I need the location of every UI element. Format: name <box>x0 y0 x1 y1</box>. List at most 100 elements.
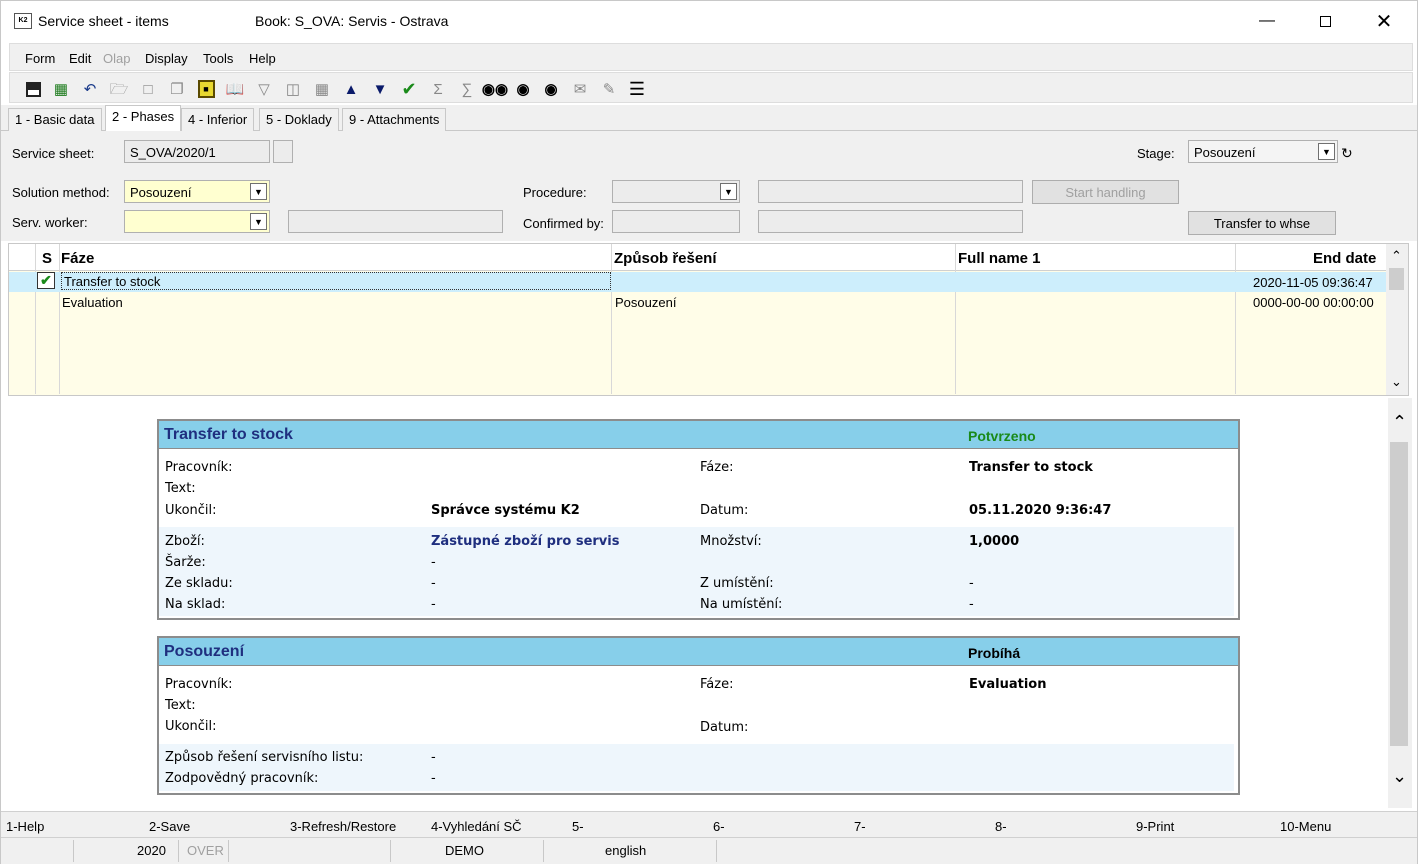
maximize-button[interactable] <box>1296 1 1354 41</box>
sarze-value: - <box>431 555 436 570</box>
fkey-print[interactable]: 9-Print <box>1136 819 1174 834</box>
checked-icon: ✔ <box>37 272 55 289</box>
fkey-save[interactable]: 2-Save <box>149 819 190 834</box>
col-header-faze[interactable]: Fáze <box>61 250 94 267</box>
menu-form[interactable]: Form <box>25 51 55 66</box>
fkey-7[interactable]: 7- <box>854 819 866 834</box>
close-button[interactable]: ✕ <box>1355 1 1413 41</box>
text-label: Text: <box>165 698 196 713</box>
service-sheet-field[interactable]: S_OVA/2020/1 <box>124 140 270 163</box>
stack-icon[interactable]: ▦ <box>312 79 332 99</box>
hamburger-icon[interactable]: ☰ <box>627 79 647 99</box>
binoculars-icon[interactable]: ◉◉ <box>482 79 508 99</box>
fkey-search[interactable]: 4-Vyhledání SČ <box>431 819 522 834</box>
check-icon[interactable]: ✔ <box>399 79 419 99</box>
detail-scrollbar[interactable]: ⌃ ⌄ <box>1388 398 1412 808</box>
sum-icon[interactable]: ∑ <box>457 79 477 99</box>
stage-select[interactable]: Posouzení ▼ <box>1188 140 1338 163</box>
col-separator <box>1235 244 1236 394</box>
menu-help[interactable]: Help <box>249 51 276 66</box>
tab-basic-data[interactable]: 1 - Basic data <box>8 108 102 131</box>
tab-inferior[interactable]: 4 - Inferior <box>181 108 255 131</box>
faze-value: Transfer to stock <box>969 460 1093 475</box>
card-header: Posouzení Probíhá <box>159 638 1238 666</box>
phase-card-posouzeni: Posouzení Probíhá Pracovník: Fáze: Evalu… <box>157 636 1240 795</box>
service-sheet-extra-field[interactable] <box>273 140 293 163</box>
minimize-button[interactable]: — <box>1238 1 1296 41</box>
history-icon[interactable]: ↻ <box>1341 145 1353 162</box>
save-icon[interactable] <box>23 79 43 99</box>
filter-doc-icon[interactable]: ◫ <box>283 79 303 99</box>
fkey-help[interactable]: 1-Help <box>6 819 44 834</box>
status-lang: english <box>605 843 647 858</box>
scroll-down-icon[interactable]: ⌄ <box>1392 766 1407 787</box>
fkey-6[interactable]: 6- <box>713 819 725 834</box>
undo-icon[interactable]: ↶ <box>80 79 100 99</box>
scroll-up-icon[interactable]: ⌃ <box>1391 248 1402 264</box>
save-close-icon[interactable]: ▦ <box>51 79 71 99</box>
book-icon[interactable]: 📖 <box>225 79 245 99</box>
fkey-refresh[interactable]: 3-Refresh/Restore <box>290 819 396 834</box>
solution-method-value: Posouzení <box>130 185 192 200</box>
chevron-down-icon: ▼ <box>720 183 737 200</box>
tab-bar: 1 - Basic data 2 - Phases 4 - Inferior 5… <box>1 105 1417 132</box>
serv-worker-name-field <box>288 210 503 233</box>
sarze-label: Šarže: <box>165 555 206 570</box>
start-handling-button[interactable]: Start handling <box>1032 180 1179 204</box>
zbozi-value[interactable]: Zástupné zboží pro servis <box>431 534 619 549</box>
arrow-up-icon[interactable]: ▲ <box>341 79 361 99</box>
table-row[interactable]: ✔ Transfer to stock 2020-11-05 09:36:47 <box>9 272 1386 292</box>
tab-doklady[interactable]: 5 - Doklady <box>259 108 339 131</box>
open-folder-icon[interactable]: 🗁 <box>109 79 129 99</box>
envelope-icon[interactable]: ✉ <box>570 79 590 99</box>
detail-pane: Transfer to stock Potvrzeno Pracovník: F… <box>8 398 1388 808</box>
tab-phases[interactable]: 2 - Phases <box>105 105 182 132</box>
menu-display[interactable]: Display <box>145 51 188 66</box>
fkey-5[interactable]: 5- <box>572 819 584 834</box>
fkey-8[interactable]: 8- <box>995 819 1007 834</box>
tab-attachments[interactable]: 9 - Attachments <box>342 108 447 131</box>
zpusob-value: - <box>431 750 436 765</box>
col-header-zpusob[interactable]: Způsob řešení <box>614 250 717 267</box>
status-separator <box>178 840 179 862</box>
arrow-down-icon[interactable]: ▼ <box>370 79 390 99</box>
solution-method-select[interactable]: Posouzení ▼ <box>124 180 270 203</box>
grid-header: S Fáze Způsob řešení Full name 1 End dat… <box>9 244 1386 271</box>
copy-icon[interactable]: ❐ <box>167 79 187 99</box>
binoculars-up-icon[interactable]: ◉ <box>513 79 533 99</box>
grid-scrollbar[interactable]: ⌃ ⌄ <box>1386 244 1408 395</box>
status-bar: 2020 OVER DEMO english <box>1 837 1417 864</box>
edit-icon[interactable]: ✎ <box>599 79 619 99</box>
col-header-full-name[interactable]: Full name 1 <box>958 250 1041 267</box>
col-header-end-date[interactable]: End date <box>1313 250 1376 267</box>
scroll-up-icon[interactable]: ⌃ <box>1392 412 1407 433</box>
binoculars-down-icon[interactable]: ◉ <box>541 79 561 99</box>
new-document-icon[interactable]: □ <box>138 79 158 99</box>
menu-edit[interactable]: Edit <box>69 51 91 66</box>
serv-worker-select[interactable]: ▼ <box>124 210 270 233</box>
cell-end-date: 2020-11-05 09:36:47 <box>1253 275 1373 290</box>
scroll-thumb[interactable] <box>1390 442 1408 746</box>
procedure-select[interactable]: ▼ <box>612 180 740 203</box>
menu-bar: Form Edit Olap Display Tools Help <box>9 43 1413 71</box>
confirmed-by-field[interactable] <box>612 210 740 233</box>
table-row[interactable]: Evaluation Posouzení 0000-00-00 00:00:00 <box>9 292 1386 312</box>
sigma-icon[interactable]: Σ <box>428 79 448 99</box>
ukoncil-label: Ukončil: <box>165 719 217 734</box>
status-separator <box>73 840 74 862</box>
ze-skladu-value: - <box>431 576 436 591</box>
zbozi-label: Zboží: <box>165 534 205 549</box>
faze-value: Evaluation <box>969 677 1047 692</box>
scroll-thumb[interactable] <box>1389 268 1404 290</box>
transfer-to-whse-button[interactable]: Transfer to whse <box>1188 211 1336 235</box>
scroll-down-icon[interactable]: ⌄ <box>1391 374 1402 390</box>
confirmed-by-name-field <box>758 210 1023 233</box>
filter-icon[interactable]: ▽ <box>254 79 274 99</box>
phases-grid: S Fáze Způsob řešení Full name 1 End dat… <box>8 243 1409 396</box>
fkey-menu[interactable]: 10-Menu <box>1280 819 1331 834</box>
lock-icon[interactable]: ■ <box>196 79 216 99</box>
menu-tools[interactable]: Tools <box>203 51 233 66</box>
col-header-s[interactable]: S <box>42 250 52 267</box>
mnozstvi-label: Množství: <box>700 534 762 549</box>
header-form: Service sheet: S_OVA/2020/1 Stage: Posou… <box>1 131 1417 241</box>
